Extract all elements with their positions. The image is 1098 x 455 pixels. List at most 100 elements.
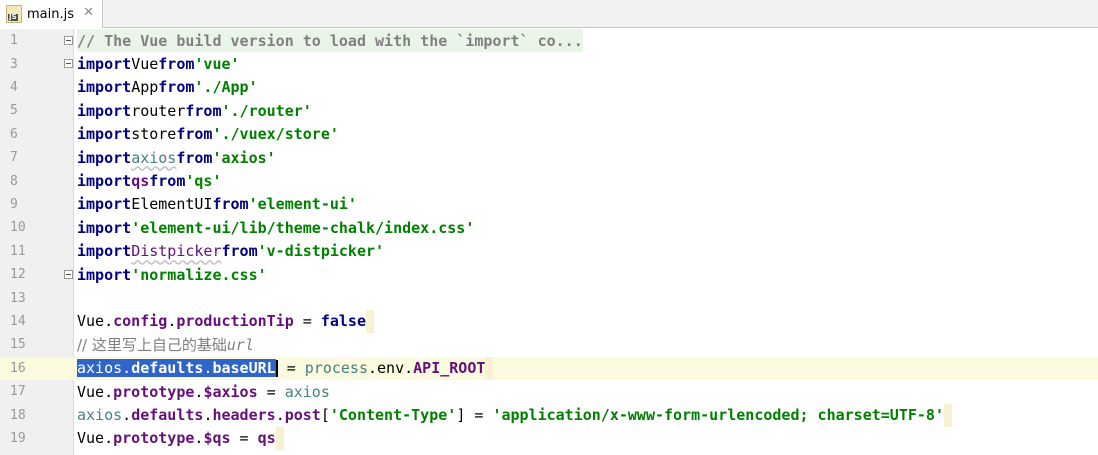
code-line: 17 Vue. prototype. $axios = axios (0, 380, 1098, 403)
keyword: import (77, 242, 132, 261)
line-number: 18 (10, 407, 26, 423)
identifier-qs: qs (131, 172, 150, 191)
property: API_ROOT (413, 359, 486, 378)
code-line: 14 Vue. config. productionTip = false (0, 309, 1098, 333)
line-number: 5 (10, 103, 18, 119)
code-line: 5 import router from './router' (0, 99, 1098, 122)
line-number: 12 (10, 267, 26, 283)
code-line: 13 (0, 286, 1098, 309)
selection[interactable]: axios.defaults.baseURL (77, 359, 276, 378)
identifier: Vue (77, 382, 105, 401)
identifier-distpicker: Distpicker (131, 242, 222, 261)
identifier: router (131, 101, 186, 120)
string-literal: 'element-ui/lib/theme-chalk/index.css' (131, 218, 475, 237)
identifier: Vue (77, 429, 105, 448)
identifier: axios (77, 406, 123, 425)
code-line: 10 import 'element-ui/lib/theme-chalk/in… (0, 216, 1098, 239)
line-number: 4 (10, 79, 18, 95)
tab-label: main.js (27, 6, 74, 22)
identifier: Vue (131, 55, 159, 74)
editor-tab-bar: JS main.js ✕ (0, 0, 1098, 28)
keyword: import (77, 78, 132, 97)
fold-toggle-icon[interactable] (64, 59, 73, 69)
line-number: 11 (10, 243, 26, 259)
string-literal: './App' (194, 78, 258, 97)
string-literal: 'vue' (194, 55, 240, 74)
fold-end-icon[interactable] (64, 270, 73, 279)
property: $qs (203, 429, 231, 448)
identifier: Vue (77, 312, 105, 331)
string-literal: 'v-distpicker' (257, 242, 385, 261)
property: prototype (113, 382, 195, 401)
fold-toggle-icon[interactable] (64, 36, 73, 45)
line-number: 15 (10, 337, 26, 353)
property: config (113, 312, 168, 331)
close-icon[interactable]: ✕ (83, 5, 94, 20)
keyword: from (176, 125, 213, 144)
keyword: from (221, 242, 258, 261)
code-line: 11 import Distpicker from 'v-distpicker' (0, 240, 1098, 263)
code-line: 4 import App from './App' (0, 76, 1098, 99)
property: headers (212, 406, 276, 425)
comment: url (226, 335, 254, 354)
keyword: from (149, 172, 186, 191)
string-literal: 'application/x-www-form-urlencoded; char… (492, 406, 944, 425)
keyword: import (77, 101, 132, 120)
identifier-qs: qs (257, 429, 276, 448)
string-literal: 'normalize.css' (131, 265, 267, 284)
identifier: process (304, 359, 368, 378)
code-line: 9 import ElementUI from 'element-ui' (0, 193, 1098, 216)
keyword: import (77, 265, 132, 284)
code-line: 19 Vue. prototype. $qs = qs (0, 426, 1098, 450)
line-number: 14 (10, 313, 26, 329)
keyword: import (77, 148, 132, 167)
keyword: from (212, 195, 249, 214)
property: $axios (203, 382, 258, 401)
line-number: 16 (0, 356, 74, 380)
code-line: 15 // 这里写上自己的基础 url (0, 333, 1098, 356)
code-line: 7 import axios from 'axios' (0, 146, 1098, 169)
keyword: from (185, 101, 222, 120)
line-number: 9 (10, 196, 18, 212)
identifier: App (131, 78, 159, 97)
code-editor[interactable]: 1 // The Vue build version to load with … (0, 29, 1098, 455)
line-number: 6 (10, 126, 18, 142)
code-line: 12 import 'normalize.css' (0, 263, 1098, 286)
identifier: axios (284, 382, 330, 401)
identifier: ElementUI (131, 195, 213, 214)
property: defaults (131, 406, 204, 425)
string-literal: './vuex/store' (212, 125, 339, 144)
string-literal: 'qs' (185, 172, 222, 191)
identifier-axios: axios (131, 148, 177, 167)
comment: // 这里写上自己的基础 (77, 336, 227, 355)
code-line: 3 import Vue from 'vue' (0, 52, 1098, 75)
line-number: 3 (10, 56, 18, 72)
identifier: store (131, 125, 177, 144)
string-literal: 'element-ui' (248, 195, 357, 214)
keyword: import (77, 55, 132, 74)
string-literal: 'axios' (212, 148, 276, 167)
string-literal: 'Content-Type' (329, 406, 457, 425)
keyword: import (77, 218, 132, 237)
property: productionTip (176, 312, 294, 331)
line-number: 7 (10, 150, 18, 166)
line-number: 19 (10, 430, 26, 446)
tab-main-js[interactable]: JS main.js ✕ (0, 0, 103, 28)
property: prototype (113, 429, 195, 448)
keyword: from (158, 78, 195, 97)
keyword: false (320, 312, 366, 331)
code-line: 8 import qs from 'qs' (0, 169, 1098, 192)
keyword: import (77, 195, 132, 214)
keyword: from (158, 55, 195, 74)
code-line: 6 import store from './vuex/store' (0, 123, 1098, 146)
property: post (284, 406, 321, 425)
code-line: 1 // The Vue build version to load with … (0, 29, 1098, 53)
line-number: 8 (10, 173, 18, 189)
keyword: import (77, 172, 132, 191)
code-line: 18 axios. defaults. headers. post['Content-… (0, 403, 1098, 427)
string-literal: './router' (221, 101, 312, 120)
current-line: 16 axios.defaults.baseURL = process. env.… (0, 356, 1098, 380)
keyword: import (77, 125, 132, 144)
folded-comment[interactable]: // The Vue build version to load with th… (77, 32, 583, 50)
keyword: from (176, 148, 213, 167)
